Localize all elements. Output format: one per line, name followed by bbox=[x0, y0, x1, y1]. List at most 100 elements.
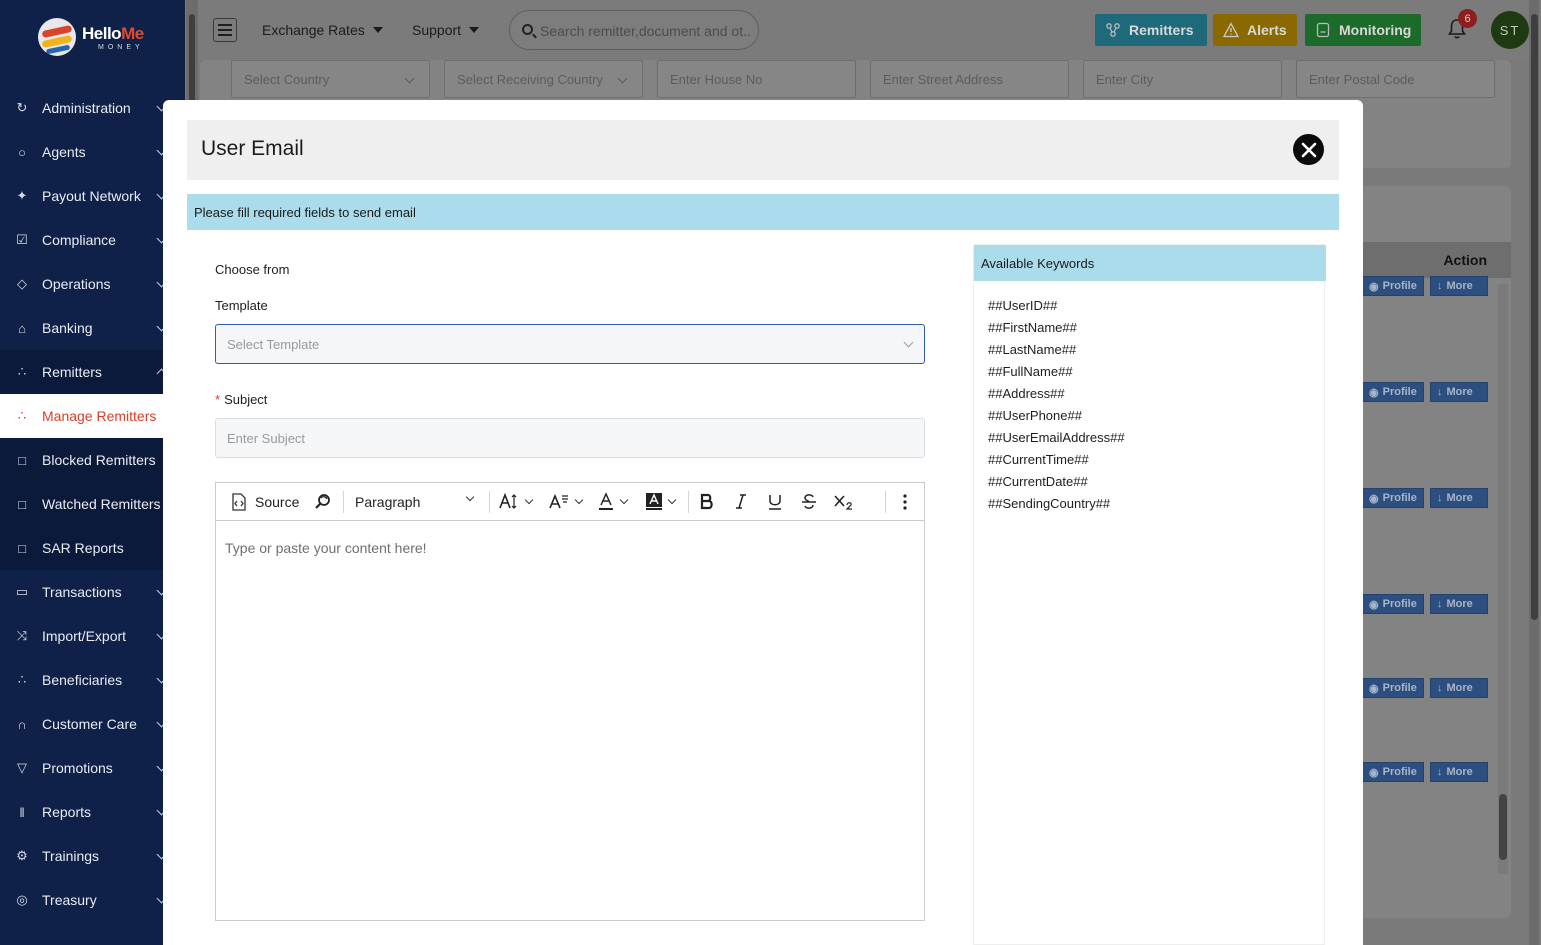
refresh-icon: ↻ bbox=[16, 100, 28, 115]
sidebar-item-administration[interactable]: ↻ Administration bbox=[0, 86, 185, 130]
profile-button-label: Profile bbox=[1382, 766, 1417, 778]
sidebar-item-promotions[interactable]: ▽ Promotions bbox=[0, 746, 185, 790]
profile-button[interactable]: ◉ Profile bbox=[1362, 762, 1424, 782]
sidebar-item-sar-reports[interactable]: □ SAR Reports bbox=[0, 526, 185, 570]
close-button[interactable] bbox=[1293, 134, 1324, 165]
sidebar-item-trainings[interactable]: ⚙ Trainings bbox=[0, 834, 185, 878]
sidebar-item-label: Operations bbox=[42, 276, 111, 292]
underline-button[interactable] bbox=[766, 492, 784, 512]
sidebar-item-customer-care[interactable]: ∩ Customer Care bbox=[0, 702, 185, 746]
subscript-button[interactable] bbox=[833, 492, 855, 512]
more-button[interactable]: ↓ More bbox=[1430, 488, 1488, 508]
menu-toggle-button[interactable] bbox=[213, 18, 237, 42]
edit-doc-icon: □ bbox=[18, 540, 26, 556]
sidebar-item-label: Treasury bbox=[42, 892, 97, 908]
sidebar-item-import-export[interactable]: ⤨ Import/Export bbox=[0, 614, 185, 658]
check-square-icon: ☑ bbox=[16, 232, 28, 247]
more-options-button[interactable] bbox=[902, 492, 908, 512]
profile-button[interactable]: ◉ Profile bbox=[1362, 678, 1424, 698]
exchange-rates-menu[interactable]: Exchange Rates bbox=[262, 22, 383, 38]
modal-title: User Email bbox=[201, 137, 304, 160]
more-button-label: More bbox=[1446, 386, 1473, 398]
sidebar-item-operations[interactable]: ◇ Operations bbox=[0, 262, 185, 306]
keyword-item[interactable]: ##Address## bbox=[988, 386, 1125, 408]
filter-field[interactable]: Select Receiving Country bbox=[444, 60, 643, 98]
font-color-icon bbox=[599, 492, 613, 510]
keyword-item[interactable]: ##UserID## bbox=[988, 298, 1125, 320]
sidebar-item-label: Reports bbox=[42, 804, 92, 820]
sidebar-item-label: Import/Export bbox=[42, 628, 127, 644]
sidebar-item-remitters[interactable]: ∴ Remitters bbox=[0, 350, 185, 394]
more-button[interactable]: ↓ More bbox=[1430, 276, 1488, 296]
alerts-button[interactable]: Alerts bbox=[1213, 14, 1297, 46]
bold-button[interactable] bbox=[698, 492, 716, 512]
subject-input[interactable] bbox=[215, 418, 925, 458]
filter-field[interactable]: Enter Postal Code bbox=[1296, 60, 1495, 98]
more-button[interactable]: ↓ More bbox=[1430, 594, 1488, 614]
logo[interactable]: HelloMe MONEY bbox=[38, 18, 158, 58]
sidebar-item-manage-remitters[interactable]: ∴ Manage Remitters bbox=[0, 394, 185, 438]
filter-field[interactable]: Enter City bbox=[1083, 60, 1282, 98]
template-select-value: Select Template bbox=[227, 337, 320, 352]
background-color-dropdown[interactable] bbox=[645, 492, 677, 512]
search-input[interactable] bbox=[538, 20, 753, 42]
italic-button[interactable] bbox=[732, 492, 750, 512]
keyword-item[interactable]: ##CurrentDate## bbox=[988, 474, 1125, 496]
sidebar-item-compliance[interactable]: ☑ Compliance bbox=[0, 218, 185, 262]
strikethrough-button[interactable] bbox=[800, 492, 818, 512]
sidebar-nav: ↻ Administration ○ Agents ✦ Payout Network ☑ Co… bbox=[0, 86, 185, 922]
remitters-button[interactable]: Remitters bbox=[1095, 14, 1207, 46]
sidebar: HelloMe MONEY ↻ Administration ○ Agents ✦ Pay… bbox=[0, 0, 185, 945]
more-button-label: More bbox=[1446, 492, 1473, 504]
profile-button[interactable]: ◉ Profile bbox=[1362, 382, 1424, 402]
template-select[interactable]: Select Template bbox=[215, 324, 925, 364]
profile-button[interactable]: ◉ Profile bbox=[1362, 594, 1424, 614]
filter-field[interactable]: Enter House No bbox=[657, 60, 856, 98]
profile-button[interactable]: ◉ Profile bbox=[1362, 276, 1424, 296]
keyword-item[interactable]: ##FullName## bbox=[988, 364, 1125, 386]
sidebar-item-payout-network[interactable]: ✦ Payout Network bbox=[0, 174, 185, 218]
keyword-item[interactable]: ##FirstName## bbox=[988, 320, 1125, 342]
avatar[interactable]: ST bbox=[1491, 11, 1529, 49]
more-button-label: More bbox=[1446, 598, 1473, 610]
sidebar-item-banking[interactable]: ⌂ Banking bbox=[0, 306, 185, 350]
font-size-dropdown[interactable] bbox=[498, 492, 534, 512]
page-scrollbar[interactable] bbox=[1529, 0, 1539, 945]
font-color-dropdown[interactable] bbox=[597, 492, 629, 512]
monitoring-button[interactable]: Monitoring bbox=[1305, 14, 1421, 46]
table-scrollbar[interactable] bbox=[1498, 284, 1508, 874]
sidebar-item-blocked-remitters[interactable]: □ Blocked Remitters bbox=[0, 438, 185, 482]
profile-button-label: Profile bbox=[1382, 598, 1417, 610]
sidebar-item-reports[interactable]: ‖ Reports bbox=[0, 790, 185, 834]
sidebar-item-treasury[interactable]: ◎ Treasury bbox=[0, 878, 185, 922]
filter-field[interactable]: Enter Street Address bbox=[870, 60, 1069, 98]
support-menu[interactable]: Support bbox=[412, 22, 480, 38]
paragraph-dropdown[interactable]: Paragraph bbox=[355, 492, 477, 512]
global-search[interactable] bbox=[509, 10, 759, 50]
more-button[interactable]: ↓ More bbox=[1430, 678, 1488, 698]
sidebar-item-beneficiaries[interactable]: ∴ Beneficiaries bbox=[0, 658, 185, 702]
filter-field[interactable]: Select Country bbox=[231, 60, 430, 98]
font-family-dropdown[interactable] bbox=[548, 492, 584, 512]
eye-icon: ◉ bbox=[1369, 492, 1379, 505]
sidebar-item-label: Agents bbox=[42, 144, 86, 160]
more-button[interactable]: ↓ More bbox=[1430, 382, 1488, 402]
profile-button[interactable]: ◉ Profile bbox=[1362, 488, 1424, 508]
source-button[interactable]: Source bbox=[229, 492, 299, 512]
arrow-down-icon: ↓ bbox=[1437, 766, 1443, 778]
sidebar-item-label: Banking bbox=[42, 320, 93, 336]
keyword-item[interactable]: ##LastName## bbox=[988, 342, 1125, 364]
keyword-item[interactable]: ##CurrentTime## bbox=[988, 452, 1125, 474]
notification-badge: 6 bbox=[1458, 9, 1477, 28]
subject-label: * Subject bbox=[215, 392, 267, 407]
keyword-item[interactable]: ##SendingCountry## bbox=[988, 496, 1125, 518]
editor-content-area[interactable]: Type or paste your content here! bbox=[216, 521, 924, 920]
sidebar-item-transactions[interactable]: ▭ Transactions bbox=[0, 570, 185, 614]
find-replace-button[interactable] bbox=[313, 492, 333, 512]
handshake-icon: ✦ bbox=[16, 188, 28, 203]
more-button[interactable]: ↓ More bbox=[1430, 762, 1488, 782]
keyword-item[interactable]: ##UserEmailAddress## bbox=[988, 430, 1125, 452]
sidebar-item-agents[interactable]: ○ Agents bbox=[0, 130, 185, 174]
sidebar-item-watched-remitters[interactable]: □ Watched Remitters bbox=[0, 482, 185, 526]
keyword-item[interactable]: ##UserPhone## bbox=[988, 408, 1125, 430]
